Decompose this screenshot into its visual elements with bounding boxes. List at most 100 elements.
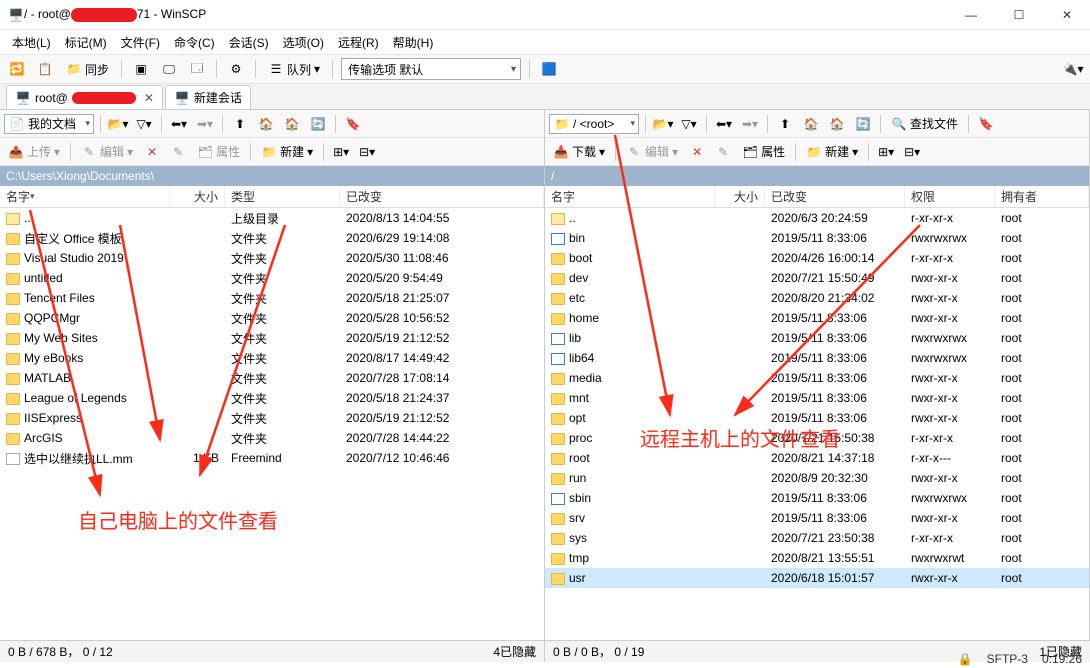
table-row[interactable]: opt2019/5/11 8:33:06rwxr-xr-xroot — [545, 408, 1089, 428]
tab-session[interactable]: 🖥️ root@ ✕ — [6, 85, 163, 109]
menu-item[interactable]: 本地(L) — [6, 32, 57, 53]
col-type[interactable]: 类型 — [225, 186, 340, 207]
table-row[interactable]: proc2020/7/21 15:50:38r-xr-xr-xroot — [545, 428, 1089, 448]
table-row[interactable]: media2019/5/11 8:33:06rwxr-xr-xroot — [545, 368, 1089, 388]
putty-icon[interactable]: 🗔 — [186, 58, 208, 80]
forward-icon[interactable]: ➡▾ — [194, 113, 216, 135]
table-row[interactable]: boot2020/4/26 16:00:14r-xr-xr-xroot — [545, 248, 1089, 268]
table-row[interactable]: untitled文件夹2020/5/20 9:54:49 — [0, 268, 544, 288]
terminal-icon[interactable]: 🖵 — [158, 58, 180, 80]
menu-item[interactable]: 命令(C) — [168, 32, 221, 53]
queue-button[interactable]: ☰队列 ▾ — [264, 60, 324, 79]
table-row[interactable]: Visual Studio 2019文件夹2020/5/30 11:08:46 — [0, 248, 544, 268]
table-row[interactable]: MATLAB文件夹2020/7/28 17:08:14 — [0, 368, 544, 388]
col-name[interactable]: 名字 — [0, 186, 170, 207]
upload-button[interactable]: 📤上传 ▾ — [4, 142, 64, 161]
close-button[interactable]: ✕ — [1052, 4, 1082, 26]
edit-button[interactable]: ✎编辑 ▾ — [77, 142, 137, 161]
table-row[interactable]: srv2019/5/11 8:33:06rwxr-xr-xroot — [545, 508, 1089, 528]
forward-icon[interactable]: ➡▾ — [739, 113, 761, 135]
open-folder-icon[interactable]: 📂▾ — [652, 113, 674, 135]
root-icon[interactable]: 🏠 — [800, 113, 822, 135]
plus-icon[interactable]: ⊞▾ — [875, 141, 897, 163]
close-tab-icon[interactable]: ✕ — [144, 91, 154, 105]
table-row[interactable]: ..2020/6/3 20:24:59r-xr-xr-xroot — [545, 208, 1089, 228]
col-size[interactable]: 大小 — [170, 186, 225, 207]
table-row[interactable]: My Web Sites文件夹2020/5/19 21:12:52 — [0, 328, 544, 348]
table-row[interactable]: etc2020/8/20 21:34:02rwxr-xr-xroot — [545, 288, 1089, 308]
table-row[interactable]: sys2020/7/21 23:50:38r-xr-xr-xroot — [545, 528, 1089, 548]
table-row[interactable]: IISExpress文件夹2020/5/19 21:12:52 — [0, 408, 544, 428]
menu-item[interactable]: 选项(O) — [277, 32, 330, 53]
home-icon[interactable]: 🏠 — [281, 113, 303, 135]
sync-button[interactable]: 📁同步 — [62, 60, 113, 79]
col-name[interactable]: 名字 — [545, 186, 715, 207]
edit-button[interactable]: ✎编辑 ▾ — [622, 142, 682, 161]
props-button[interactable]: 🗂属性 — [193, 142, 244, 161]
minus-icon[interactable]: ⊟▾ — [901, 141, 923, 163]
find-button[interactable]: 🔍查找文件 — [887, 114, 962, 133]
menu-item[interactable]: 帮助(H) — [387, 32, 440, 53]
table-row[interactable]: QQPCMgr文件夹2020/5/28 10:56:52 — [0, 308, 544, 328]
local-file-list[interactable]: 名字 大小 类型 已改变 ..上级目录2020/8/13 14:04:55自定义… — [0, 186, 544, 640]
remote-file-list[interactable]: 名字 大小 已改变 权限 拥有者 ..2020/6/3 20:24:59r-xr… — [545, 186, 1089, 640]
table-row[interactable]: 自定义 Office 模板文件夹2020/6/29 19:14:08 — [0, 228, 544, 248]
remote-location-combo[interactable]: 📁/ <root> — [549, 114, 639, 134]
bookmark-icon[interactable]: 🔖 — [975, 113, 997, 135]
bookmark-icon[interactable]: 🔖 — [342, 113, 364, 135]
refresh-icon[interactable]: 🔄 — [852, 113, 874, 135]
table-row[interactable]: usr2020/6/18 15:01:57rwxr-xr-xroot — [545, 568, 1089, 588]
disconnect-icon[interactable]: 🔌▾ — [1062, 58, 1084, 80]
new-button[interactable]: 📁新建 ▾ — [802, 142, 862, 161]
table-row[interactable]: home2019/5/11 8:33:06rwxr-xr-xroot — [545, 308, 1089, 328]
table-row[interactable]: bin2019/5/11 8:33:06rwxrwxrwxroot — [545, 228, 1089, 248]
parent-icon[interactable]: ⬆ — [229, 113, 251, 135]
tab-new-session[interactable]: 🖥️ 新建会话 — [165, 85, 251, 109]
new-button[interactable]: 📁新建 ▾ — [257, 142, 317, 161]
gear-icon[interactable]: ⚙ — [225, 58, 247, 80]
rename-icon[interactable]: ✎ — [712, 141, 734, 163]
table-row[interactable]: tmp2020/8/21 13:55:51rwxrwxrwtroot — [545, 548, 1089, 568]
col-size[interactable]: 大小 — [715, 186, 765, 207]
rename-icon[interactable]: ✎ — [167, 141, 189, 163]
col-perm[interactable]: 权限 — [905, 186, 995, 207]
plus-icon[interactable]: ⊞▾ — [330, 141, 352, 163]
table-row[interactable]: ArcGIS文件夹2020/7/28 14:44:22 — [0, 428, 544, 448]
filter-icon[interactable]: ▽▾ — [133, 113, 155, 135]
delete-icon[interactable]: ✕ — [686, 141, 708, 163]
table-row[interactable]: mnt2019/5/11 8:33:06rwxr-xr-xroot — [545, 388, 1089, 408]
table-row[interactable]: dev2020/7/21 15:50:49rwxr-xr-xroot — [545, 268, 1089, 288]
table-row[interactable]: 选中以继续执LL.mm1 KBFreemind2020/7/12 10:46:4… — [0, 448, 544, 468]
table-row[interactable]: League of Legends文件夹2020/5/18 21:24:37 — [0, 388, 544, 408]
delete-icon[interactable]: ✕ — [141, 141, 163, 163]
back-icon[interactable]: ⬅▾ — [168, 113, 190, 135]
table-row[interactable]: sbin2019/5/11 8:33:06rwxrwxrwxroot — [545, 488, 1089, 508]
col-changed[interactable]: 已改变 — [340, 186, 544, 207]
minus-icon[interactable]: ⊟▾ — [356, 141, 378, 163]
console-icon[interactable]: ▣ — [130, 58, 152, 80]
menu-item[interactable]: 标记(M) — [59, 32, 113, 53]
col-changed[interactable]: 已改变 — [765, 186, 905, 207]
settings-icon[interactable]: 🟦 — [538, 58, 560, 80]
refresh-icon[interactable]: 🔄 — [307, 113, 329, 135]
maximize-button[interactable]: ☐ — [1004, 4, 1034, 26]
table-row[interactable]: My eBooks文件夹2020/8/17 14:49:42 — [0, 348, 544, 368]
menu-item[interactable]: 文件(F) — [115, 32, 166, 53]
local-location-combo[interactable]: 📄我的文档 — [4, 114, 94, 134]
download-button[interactable]: 📥下载 ▾ — [549, 142, 609, 161]
transfer-options-combo[interactable]: 传输选项 默认 — [341, 58, 521, 80]
col-owner[interactable]: 拥有者 — [995, 186, 1089, 207]
table-row[interactable]: ..上级目录2020/8/13 14:04:55 — [0, 208, 544, 228]
menu-item[interactable]: 会话(S) — [223, 32, 275, 53]
compare-icon[interactable]: 📋 — [34, 58, 56, 80]
table-row[interactable]: root2020/8/21 14:37:18r-xr-x---root — [545, 448, 1089, 468]
table-row[interactable]: Tencent Files文件夹2020/5/18 21:25:07 — [0, 288, 544, 308]
open-folder-icon[interactable]: 📂▾ — [107, 113, 129, 135]
table-row[interactable]: run2020/8/9 20:32:30rwxr-xr-xroot — [545, 468, 1089, 488]
table-row[interactable]: lib2019/5/11 8:33:06rwxrwxrwxroot — [545, 328, 1089, 348]
sync-browse-icon[interactable]: 🔁 — [6, 58, 28, 80]
home-icon[interactable]: 🏠 — [826, 113, 848, 135]
props-button[interactable]: 🗂属性 — [738, 142, 789, 161]
menu-item[interactable]: 远程(R) — [332, 32, 385, 53]
back-icon[interactable]: ⬅▾ — [713, 113, 735, 135]
